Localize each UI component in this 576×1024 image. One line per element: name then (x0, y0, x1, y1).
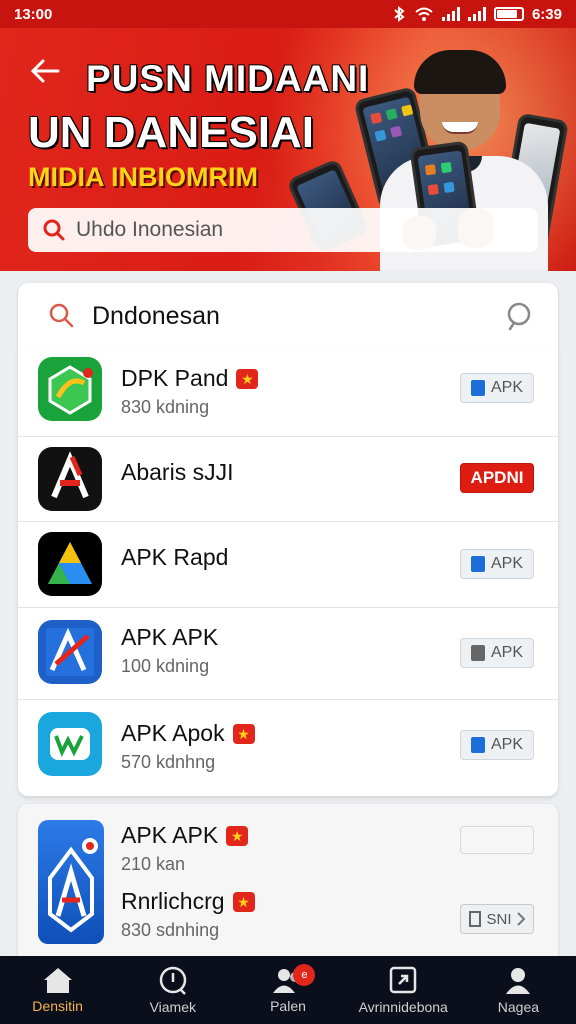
file-icon (470, 737, 485, 753)
app-icon (38, 357, 102, 421)
external-icon (389, 966, 417, 994)
list-item[interactable]: Abaris sJJI APDNI (18, 437, 558, 522)
back-arrow-icon (30, 59, 60, 83)
bluetooth-icon (394, 6, 405, 22)
profile-icon (506, 968, 531, 994)
signal-icon (441, 7, 460, 21)
app-name: APK APK (121, 822, 219, 848)
app-name: DPK Pand (121, 365, 229, 391)
app-name-secondary: Rnrlichcrg (121, 888, 225, 914)
banner-headline-2: UN DANESIAI (28, 108, 315, 157)
faded-button (460, 826, 534, 854)
download-apk-button[interactable]: APDNI (460, 463, 534, 493)
back-button[interactable] (30, 58, 60, 88)
app-name: APK APK (121, 624, 219, 650)
status-time: 13:00 (14, 5, 53, 23)
flag-badge-icon: ★ (226, 825, 249, 846)
nav-explore[interactable]: Viamek (115, 956, 230, 1024)
app-size: 570 kdnhng (121, 752, 216, 772)
featured-app-card[interactable]: APK APK ★ 210 kan Rnrlichcrg ★ 830 sdnhing… (18, 804, 558, 956)
promo-banner: PUSN MIDAANI UN DANESIAI MIDIA INBIOMRIM… (0, 28, 576, 271)
banner-headline: PUSN MIDAANI (86, 58, 370, 99)
list-item[interactable]: DPK Pand ★ 830 kdning APK (18, 349, 558, 437)
explore-icon (159, 966, 187, 995)
battery-icon (493, 7, 524, 21)
download-apk-button[interactable]: APK (460, 549, 534, 579)
bottom-navigation: Densitin Viamek e Palen Avrinnidebona Na… (0, 956, 576, 1024)
nav-profile[interactable]: Nagea (461, 956, 576, 1024)
download-button[interactable]: SNI (460, 904, 534, 934)
app-icon (38, 447, 102, 511)
search-input[interactable]: Dndonesan (92, 302, 504, 331)
list-item[interactable]: APK APK 100 kdning APK (18, 608, 558, 700)
download-apk-button[interactable]: APK (460, 638, 534, 668)
banner-search-placeholder: Uhdo Inonesian (76, 218, 224, 241)
list-item[interactable]: APK Rapd APK (18, 522, 558, 608)
search-icon (43, 219, 65, 241)
search-icon (49, 303, 74, 328)
app-size: 210 kan (121, 854, 186, 874)
app-name: APK Apok (121, 720, 225, 746)
banner-search-field[interactable]: Uhdo Inonesian (28, 208, 538, 252)
banner-subheadline: MIDIA INBIOMRIM (28, 162, 258, 192)
status-bar: 13:00 6:39 (0, 0, 576, 28)
home-icon (43, 968, 72, 993)
download-apk-button[interactable]: APK (460, 373, 534, 403)
app-icon (38, 532, 102, 596)
file-icon (470, 556, 485, 572)
notification-badge: e (293, 964, 316, 986)
nav-external[interactable]: Avrinnidebona (346, 956, 461, 1024)
search-bar[interactable]: Dndonesan (18, 283, 558, 349)
app-size: 830 kdning (121, 397, 210, 417)
flag-badge-icon: ★ (236, 368, 259, 389)
flag-badge-icon: ★ (232, 723, 255, 744)
chevron-right-icon (516, 912, 525, 926)
wifi-icon (415, 7, 433, 21)
status-time-right: 6:39 (531, 5, 562, 23)
status-icons: 6:39 (392, 6, 562, 23)
app-name: Abaris sJJI (121, 459, 234, 485)
download-apk-button[interactable]: APK (460, 730, 534, 760)
file-icon (470, 380, 485, 396)
signal-icon-2 (467, 7, 486, 21)
nav-home[interactable]: Densitin (0, 956, 115, 1024)
app-icon (38, 620, 102, 684)
nav-people[interactable]: e Palen (230, 956, 345, 1024)
app-icon (38, 712, 102, 776)
app-size: 100 kdning (121, 656, 210, 676)
list-item[interactable]: APK Apok ★ 570 kdnhng APK (18, 700, 558, 796)
app-size-secondary: 830 sdnhing (121, 920, 220, 940)
file-icon (469, 911, 482, 927)
app-name: APK Rapd (121, 544, 229, 570)
app-list: DPK Pand ★ 830 kdning APK Abaris sJJI APD… (18, 349, 558, 796)
file-icon (470, 645, 485, 661)
app-icon (38, 820, 104, 944)
search-submit-icon[interactable] (504, 301, 534, 331)
flag-badge-icon: ★ (232, 891, 255, 912)
